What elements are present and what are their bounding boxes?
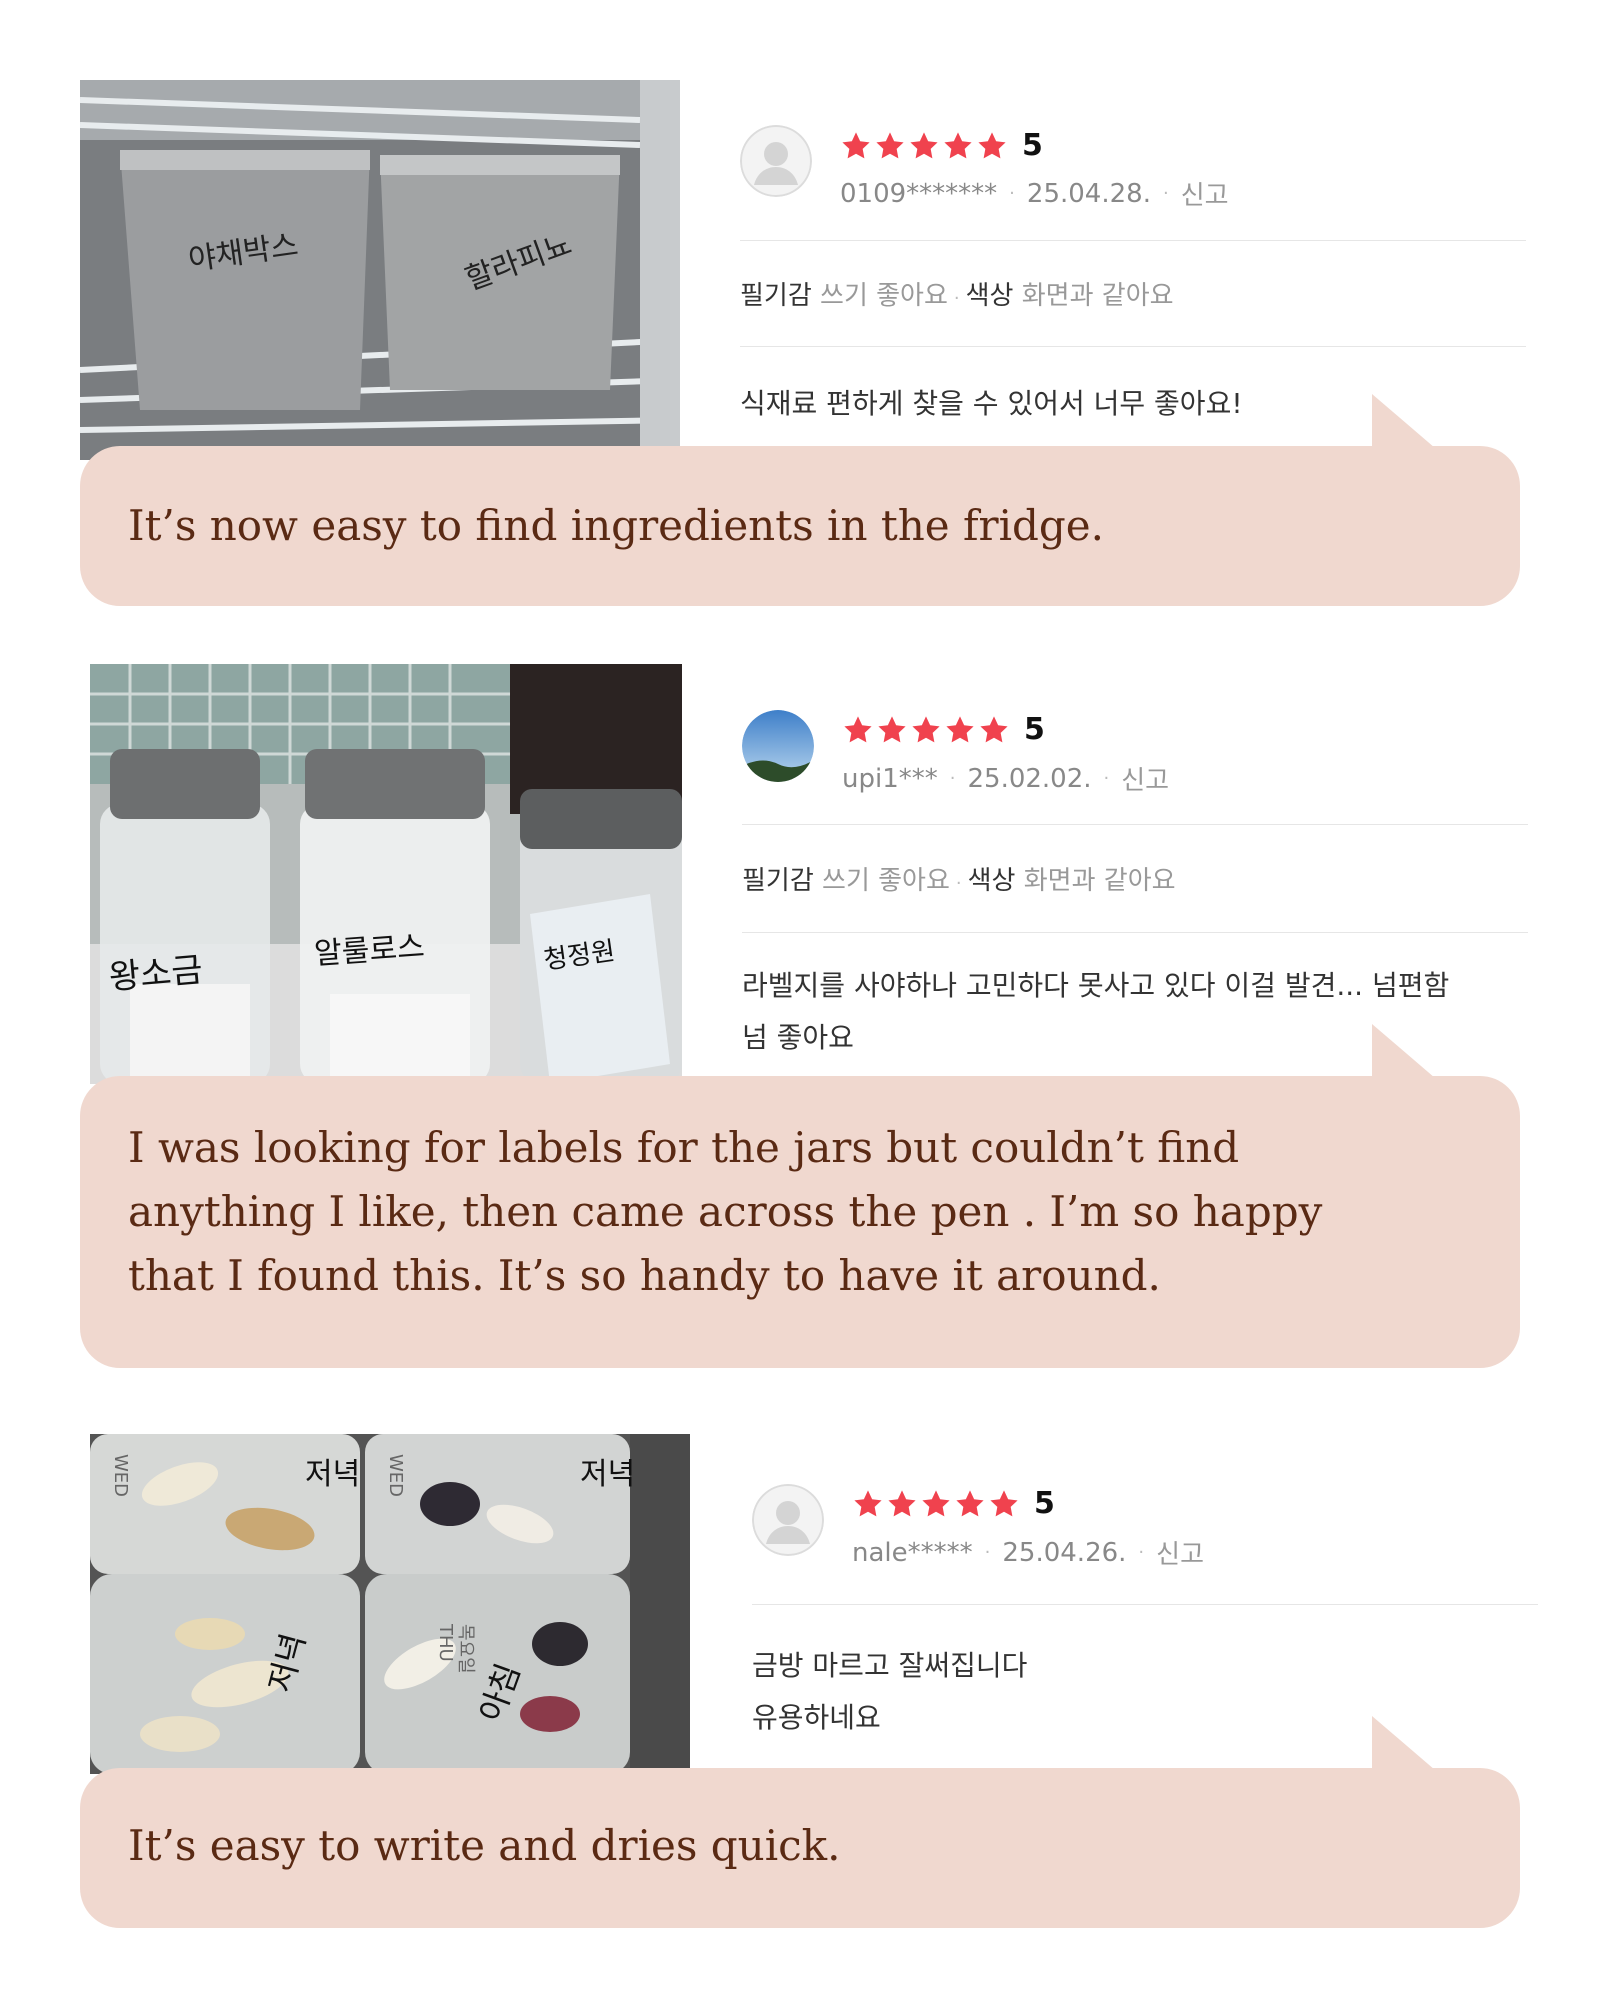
svg-text:목요일: 목요일 [455,1624,476,1674]
svg-text:왕소금: 왕소금 [107,950,204,998]
review-date: 25.04.28. [1026,178,1151,209]
translation-text: I was looking for labels for the jars bu… [128,1123,1323,1300]
report-link[interactable]: 신고 [1156,1534,1204,1571]
rating-value: 5 [1024,712,1045,747]
rating-value: 5 [1022,128,1043,163]
star-icon [978,714,1010,746]
review-text-line2: 유용하네요 [752,1701,881,1734]
review-text: 식재료 편하게 찾을 수 있어서 너무 좋아요! [740,387,1243,420]
translation-text: It’s now easy to find ingredients in the… [128,501,1105,550]
report-link[interactable]: 신고 [1181,175,1229,212]
translation-bubble: I was looking for labels for the jars bu… [80,1076,1520,1368]
review-photo-jars: 왕소금 알룰로스 청정원 [90,664,682,1084]
star-icon [976,130,1008,162]
star-icon [910,714,942,746]
star-icon [920,1488,952,1520]
review-tags: 필기감 쓰기 좋아요 · 색상 화면과 같아요 [740,281,1174,311]
star-icon [944,714,976,746]
star-icon [874,130,906,162]
review-meta: 0109******* · 25.04.28. · 신고 [840,175,1229,212]
svg-text:THU: THU [435,1623,456,1662]
svg-text:저녁: 저녁 [580,1457,635,1492]
speech-bubble-tail [1372,1716,1442,1776]
review-tags: 필기감 쓰기 좋아요 · 색상 화면과 같아요 [742,866,1176,896]
review-meta: upi1*** · 25.02.02. · 신고 [842,760,1169,797]
translation-bubble: It’s easy to write and dries quick. [80,1768,1520,1928]
star-rating: 5 [852,1486,1055,1521]
translation-text: It’s easy to write and dries quick. [128,1821,841,1870]
rating-value: 5 [1034,1486,1055,1521]
review-text-line1: 라벨지를 사야하나 고민하다 못사고 있다 이걸 발견... 넘편함 [742,969,1450,1002]
username: upi1*** [842,763,938,794]
report-link[interactable]: 신고 [1121,760,1169,797]
review-date: 25.02.02. [967,763,1092,794]
svg-text:WED: WED [385,1454,406,1497]
star-icon [886,1488,918,1520]
speech-bubble-tail [1372,394,1442,454]
review-text-line1: 금방 마르고 잘써집니다 [752,1649,1028,1682]
svg-text:WED: WED [110,1454,131,1497]
star-icon [908,130,940,162]
star-icon [876,714,908,746]
username: nale***** [852,1537,973,1568]
star-icon [852,1488,884,1520]
divider [740,240,1526,241]
star-rating: 5 [842,712,1045,747]
star-icon [954,1488,986,1520]
star-icon [842,714,874,746]
star-icon [942,130,974,162]
divider [740,346,1526,347]
speech-bubble-tail [1372,1024,1442,1084]
review-text-line2: 넘 좋아요 [742,1021,854,1054]
avatar-icon [742,710,814,782]
avatar-icon [740,125,812,197]
review-date: 25.04.26. [1002,1537,1127,1568]
review-photo-pill-organizer: 저녁 저녁 저녁 아침 WED WED THU 목요일 [90,1434,690,1774]
translation-bubble: It’s now easy to find ingredients in the… [80,446,1520,606]
review-photo-fridge: 야채박스 할라피뇨 [80,80,680,460]
username: 0109******* [840,178,998,209]
star-icon [840,130,872,162]
star-rating: 5 [840,128,1043,163]
review-meta: nale***** · 25.04.26. · 신고 [852,1534,1204,1571]
svg-text:저녁: 저녁 [305,1457,360,1492]
divider [752,1604,1538,1605]
star-icon [988,1488,1020,1520]
avatar-icon [752,1484,824,1556]
divider [742,932,1528,933]
divider [742,824,1528,825]
